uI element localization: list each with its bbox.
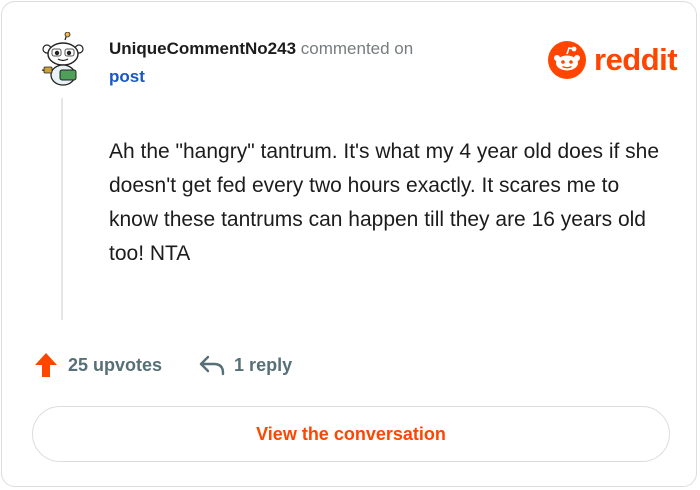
avatar[interactable]: [38, 32, 88, 86]
view-conversation-button[interactable]: View the conversation: [32, 406, 670, 462]
post-link[interactable]: post: [109, 63, 529, 91]
comment-header: UniqueCommentNo243 commented on post: [109, 35, 529, 91]
commented-on-text: commented on: [300, 39, 414, 58]
reddit-wordmark: reddit: [594, 42, 678, 77]
snoo-avatar-icon: [41, 32, 84, 86]
username[interactable]: UniqueCommentNo243: [109, 39, 296, 58]
action-bar: 25 upvotes 1 reply: [34, 348, 434, 382]
reply-arrow-icon[interactable]: [198, 354, 226, 376]
upvote-count[interactable]: 25 upvotes: [68, 355, 162, 376]
comment-card: UniqueCommentNo243 commented on post red…: [1, 1, 697, 487]
upvote-arrow-icon[interactable]: [34, 352, 58, 378]
reddit-logo-icon: [548, 41, 586, 79]
comment-body: Ah the "hangry" tantrum. It's what my 4 …: [109, 140, 660, 265]
reply-count[interactable]: 1 reply: [234, 355, 292, 376]
reddit-brand[interactable]: reddit: [547, 40, 678, 80]
thread-line: [61, 98, 63, 320]
